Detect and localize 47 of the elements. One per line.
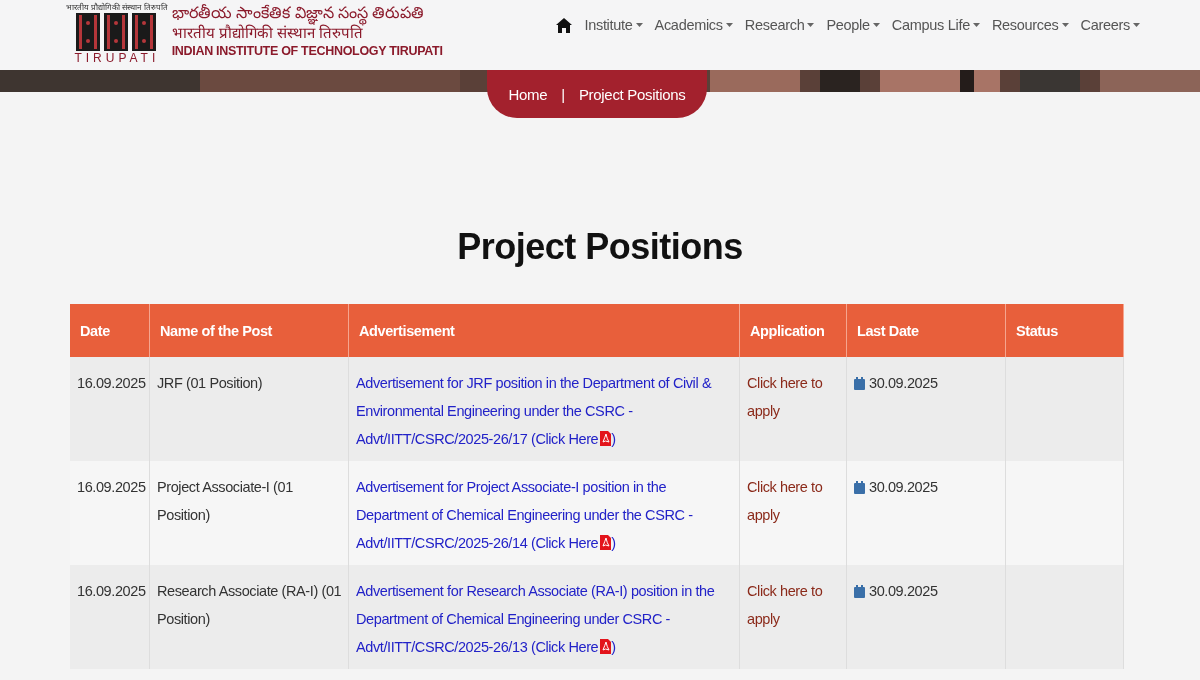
- caret-icon: [807, 23, 815, 27]
- page-title: Project Positions: [456, 225, 744, 269]
- nav-menu-item[interactable]: Resources: [991, 17, 1069, 33]
- apply-link[interactable]: Click here to apply: [747, 473, 840, 529]
- table-cell: 16.09.2025: [70, 565, 150, 669]
- pdf-icon: [600, 431, 612, 446]
- column-header: Date: [70, 304, 150, 357]
- advertisement-link[interactable]: Advertisement for Project Associate-I position in the Department of Chemical Engineering under the CSRC - Advt/IITT/CSRC/2025-26/14 (Click Here ): [356, 473, 733, 557]
- table-cell: 16.09.2025: [70, 461, 150, 565]
- nav-menu-item[interactable]: Careers: [1080, 17, 1140, 33]
- table-cell: Project Associate-I (01 Position): [149, 461, 349, 565]
- logo-caption: भारतीय प्रौद्योगिकी संस्थान तिरुपति: [66, 3, 168, 12]
- caret-icon: [1133, 23, 1140, 27]
- nav-menu-item[interactable]: Campus Life: [891, 17, 980, 33]
- nav-menu-item[interactable]: Research: [744, 17, 815, 33]
- table-cell: Research Associate (RA-I) (01 Position): [149, 565, 349, 669]
- caret-icon: [725, 23, 733, 27]
- column-header: Advertisement: [348, 304, 740, 357]
- table-cell: 16.09.2025: [70, 357, 150, 461]
- logo-icon: [75, 13, 158, 51]
- calendar-icon: [854, 480, 865, 494]
- breadcrumb-separator: |: [561, 85, 565, 103]
- nav-menu-item[interactable]: Institute: [584, 17, 643, 33]
- table-cell: JRF (01 Position): [149, 357, 349, 461]
- nav-menu-item[interactable]: People: [826, 17, 880, 33]
- home-icon[interactable]: [556, 17, 573, 33]
- caret-icon: [635, 23, 643, 27]
- pdf-icon: [600, 535, 612, 550]
- institute-name: INDIAN INSTITUTE OF TECHNOLOGY TIRUPATI: [171, 43, 443, 60]
- caret-icon: [1061, 23, 1069, 27]
- column-header: Last Date: [846, 304, 1006, 357]
- last-date: 30.09.2025: [869, 374, 938, 393]
- breadcrumb-link[interactable]: Home: [508, 85, 548, 103]
- institute-name-hindi: भारतीय प्रौद्योगिकी संस्थान तिरुपति: [171, 24, 364, 42]
- breadcrumb-current: Project Positions: [578, 85, 686, 103]
- caret-icon: [972, 23, 980, 27]
- caret-icon: [872, 23, 880, 27]
- column-header: Application: [739, 304, 847, 357]
- calendar-icon: [854, 584, 865, 598]
- column-header: Status: [1005, 304, 1124, 357]
- last-date: 30.09.2025: [869, 478, 938, 497]
- calendar-icon: [854, 376, 865, 390]
- nav-menu-item[interactable]: Academics: [654, 17, 733, 33]
- pdf-icon: [600, 639, 612, 654]
- last-date: 30.09.2025: [869, 582, 938, 601]
- logo-wordmark: TIRUPATI: [74, 51, 160, 65]
- column-header: Name of the Post: [149, 304, 349, 357]
